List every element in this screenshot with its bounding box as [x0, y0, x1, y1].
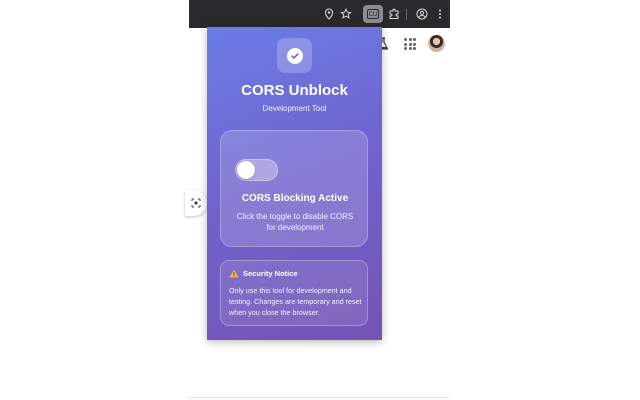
avatar[interactable]: [428, 35, 445, 52]
extension-logo: [277, 38, 312, 73]
extension-popup: CORS Unblock Development Tool CORS Block…: [207, 27, 382, 340]
toggle-knob: [237, 161, 255, 179]
puzzle-icon[interactable]: [385, 5, 403, 23]
status-title: CORS Blocking Active: [241, 193, 349, 204]
browser-toolbar: CU: [189, 0, 450, 28]
menu-icon[interactable]: [431, 5, 449, 23]
page-divider: [189, 397, 450, 398]
checkmark-icon: [286, 47, 303, 64]
security-notice: Security Notice Only use this tool for d…: [220, 260, 368, 326]
status-description: Click the toggle to disable CORS for dev…: [236, 212, 354, 232]
toolbar-divider: [406, 9, 407, 20]
popup-subtitle: Development Tool: [262, 104, 327, 113]
extension-icon[interactable]: CU: [363, 5, 383, 23]
notice-title: Security Notice: [243, 269, 298, 278]
star-icon[interactable]: [337, 5, 355, 23]
profile-icon[interactable]: [413, 5, 431, 23]
status-card: CORS Blocking Active Click the toggle to…: [220, 130, 368, 247]
location-icon[interactable]: [320, 5, 338, 23]
popup-title: CORS Unblock: [241, 82, 348, 99]
apps-grid-icon[interactable]: [404, 38, 416, 50]
notice-header: Security Notice: [229, 269, 298, 278]
warning-icon: [229, 269, 239, 278]
notice-text: Only use this tool for development and t…: [229, 286, 362, 317]
cors-toggle[interactable]: [235, 159, 278, 181]
